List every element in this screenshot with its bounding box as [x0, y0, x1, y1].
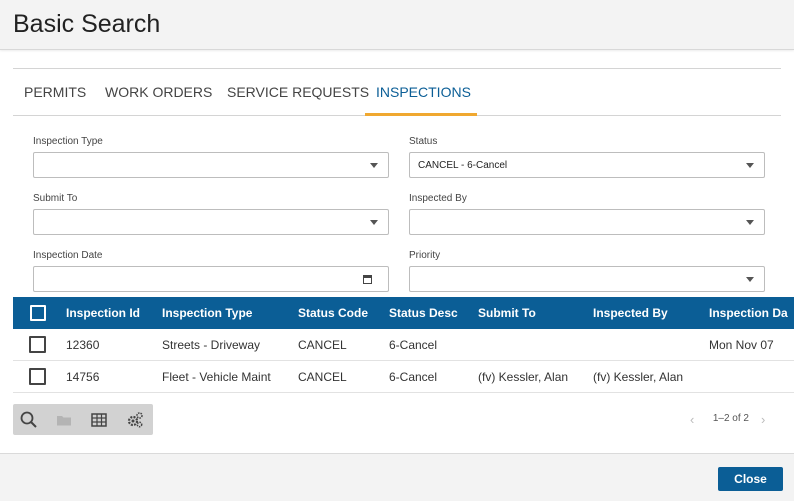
pager-range: 1–2 of 2	[712, 413, 749, 424]
chevron-down-icon	[370, 220, 378, 225]
chevron-down-icon	[370, 163, 378, 168]
column-header-status-desc[interactable]: Status Desc	[389, 306, 458, 320]
page-title: Basic Search	[13, 10, 161, 38]
cell-inspection-type: Streets - Driveway	[162, 338, 261, 352]
chevron-down-icon	[746, 220, 754, 225]
cell-inspected-by: (fv) Kessler, Alan	[593, 370, 684, 384]
cell-inspection-type: Fleet - Vehicle Maint	[162, 370, 271, 384]
tab-permits[interactable]: PERMITS	[24, 84, 86, 100]
cell-inspection-id: 12360	[66, 338, 100, 352]
row-checkbox[interactable]	[29, 336, 46, 353]
cell-status-desc: 6-Cancel	[389, 338, 438, 352]
column-header-inspection-type[interactable]: Inspection Type	[162, 306, 252, 320]
table-row[interactable]: 14756 Fleet - Vehicle Maint CANCEL 6-Can…	[13, 361, 794, 393]
column-header-inspection-id[interactable]: Inspection Id	[66, 306, 140, 320]
priority-label: Priority	[409, 250, 441, 261]
inspection-type-select[interactable]	[33, 152, 389, 178]
search-icon[interactable]	[19, 410, 39, 430]
dialog-header: Basic Search	[0, 0, 794, 50]
inspected-by-label: Inspected By	[409, 193, 467, 204]
submit-to-select[interactable]	[33, 209, 389, 235]
tab-work-orders[interactable]: WORK ORDERS	[105, 84, 212, 100]
inspection-date-input[interactable]	[33, 266, 389, 292]
table-row[interactable]: 12360 Streets - Driveway CANCEL 6-Cancel…	[13, 329, 794, 361]
calendar-icon[interactable]	[363, 275, 372, 284]
select-all-checkbox[interactable]	[30, 305, 46, 321]
close-button[interactable]: Close	[718, 467, 783, 491]
chevron-down-icon	[746, 277, 754, 282]
settings-icon[interactable]	[125, 410, 145, 430]
tab-inspections[interactable]: INSPECTIONS	[376, 84, 471, 100]
status-value: CANCEL - 6-Cancel	[418, 160, 508, 171]
chevron-down-icon	[746, 163, 754, 168]
cell-status-code: CANCEL	[298, 370, 347, 384]
inspection-date-label: Inspection Date	[33, 250, 103, 261]
grid-icon[interactable]	[89, 410, 109, 430]
submit-to-label: Submit To	[33, 193, 78, 204]
column-header-inspected-by[interactable]: Inspected By	[593, 306, 668, 320]
divider	[13, 68, 781, 69]
cell-status-desc: 6-Cancel	[389, 370, 438, 384]
cell-submit-to: (fv) Kessler, Alan	[478, 370, 569, 384]
cell-inspection-date: Mon Nov 07	[709, 338, 774, 352]
column-header-submit-to[interactable]: Submit To	[478, 306, 536, 320]
status-label: Status	[409, 136, 438, 147]
results-table-header: Inspection Id Inspection Type Status Cod…	[13, 297, 794, 329]
cell-status-code: CANCEL	[298, 338, 347, 352]
cell-inspection-id: 14756	[66, 370, 100, 384]
inspected-by-select[interactable]	[409, 209, 765, 235]
row-checkbox[interactable]	[29, 368, 46, 385]
previous-page-icon[interactable]: ‹	[690, 412, 694, 427]
column-header-inspection-date[interactable]: Inspection Da	[709, 306, 788, 320]
status-select[interactable]: CANCEL - 6-Cancel	[409, 152, 765, 178]
priority-select[interactable]	[409, 266, 765, 292]
folder-icon	[54, 410, 74, 430]
dialog-footer	[0, 453, 794, 501]
search-tabs: PERMITS WORK ORDERS SERVICE REQUESTS INS…	[13, 70, 781, 116]
table-toolbar	[13, 404, 153, 435]
active-tab-indicator	[365, 113, 477, 116]
next-page-icon[interactable]: ›	[761, 412, 765, 427]
tab-service-requests[interactable]: SERVICE REQUESTS	[227, 84, 369, 100]
inspection-type-label: Inspection Type	[33, 136, 103, 147]
column-header-status-code[interactable]: Status Code	[298, 306, 368, 320]
